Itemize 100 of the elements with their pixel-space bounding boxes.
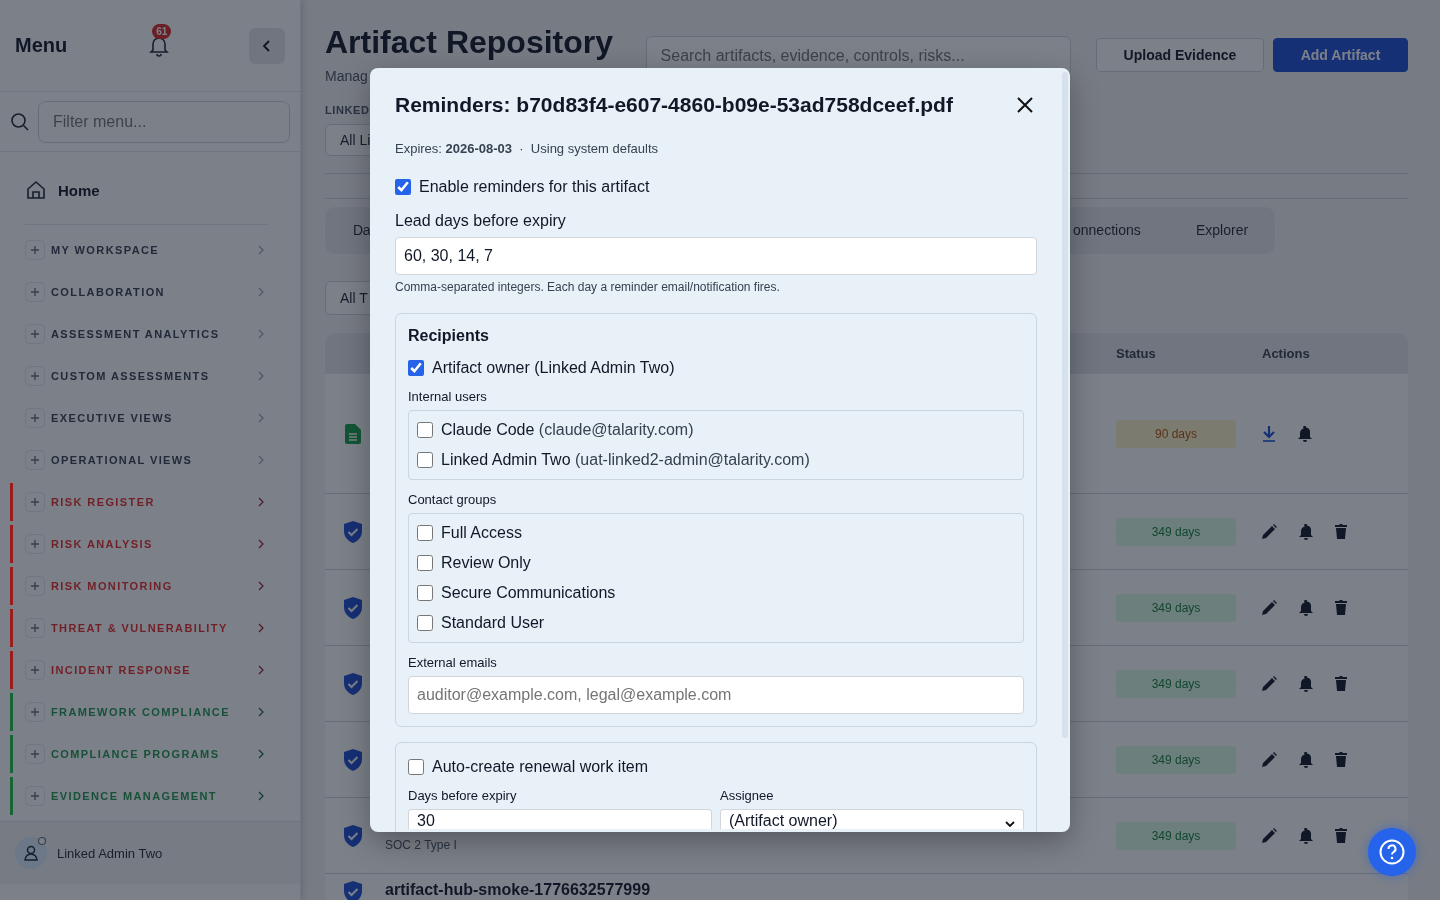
chevron-right-icon — [258, 413, 264, 423]
chevron-right-icon — [258, 749, 264, 759]
section-label[interactable]: MY WORKSPACE — [51, 244, 160, 256]
action-button[interactable]: Add Artifact — [1273, 38, 1408, 72]
chevron-right-icon — [258, 665, 264, 675]
external-emails-field[interactable]: auditor@example.com, legal@example.com — [408, 676, 1024, 714]
section-label[interactable]: ASSESSMENT ANALYTICS — [51, 328, 220, 340]
checkbox[interactable] — [417, 525, 433, 541]
shield-check-icon — [344, 824, 362, 847]
status-badge: 349 days — [1116, 669, 1236, 698]
edit-icon[interactable] — [1262, 600, 1277, 615]
chevron-right-icon — [258, 623, 264, 633]
caret-icon — [1005, 821, 1015, 827]
section-label[interactable]: THREAT & VULNERABILITY — [51, 622, 228, 634]
document-icon — [345, 423, 361, 444]
section-label[interactable]: INCIDENT RESPONSE — [51, 664, 191, 676]
column-header: Status — [1116, 346, 1157, 361]
section-label[interactable]: EXECUTIVE VIEWS — [51, 412, 173, 424]
section-label[interactable]: FRAMEWORK COMPLIANCE — [51, 706, 230, 718]
field-label: External emails — [408, 655, 498, 670]
section-label[interactable]: OPERATIONAL VIEWS — [51, 454, 193, 466]
action-button[interactable]: Upload Evidence — [1096, 38, 1264, 72]
collapse-button[interactable] — [249, 27, 285, 64]
artifact-name[interactable]: artifact-hub-smoke-1776632577999 — [385, 881, 1272, 899]
checkbox[interactable] — [395, 179, 411, 195]
shield-check-icon — [344, 672, 362, 695]
checkbox[interactable] — [417, 422, 433, 438]
download-icon[interactable] — [1262, 425, 1276, 442]
section-label[interactable]: CUSTOM ASSESSMENTS — [51, 370, 210, 382]
group-label: Internal users — [408, 389, 488, 404]
checkbox-label: Secure Communications — [441, 584, 616, 602]
checkbox[interactable] — [417, 615, 433, 631]
close-icon[interactable] — [1017, 97, 1033, 113]
help-icon — [1379, 839, 1405, 865]
bell-icon[interactable] — [1299, 599, 1313, 616]
dialog-title: Reminders: b70d83f4-e607-4860-b09e-53ad758dceef.pdf — [395, 93, 953, 117]
bell-icon[interactable] — [1299, 523, 1313, 540]
bell-icon[interactable] — [1299, 827, 1313, 844]
checkbox[interactable] — [417, 555, 433, 571]
section-label[interactable]: EVIDENCE MANAGEMENT — [51, 790, 217, 802]
column-header: Actions — [1261, 346, 1311, 361]
trash-icon[interactable] — [1335, 752, 1347, 767]
tab[interactable]: Da — [353, 222, 371, 238]
checkbox[interactable] — [408, 759, 424, 775]
edit-icon[interactable] — [1262, 752, 1277, 767]
shield-check-icon — [344, 748, 362, 771]
notification-badge: 61 — [152, 23, 172, 39]
section-title: Recipients — [408, 327, 490, 345]
checkbox[interactable] — [417, 585, 433, 601]
chevron-right-icon — [258, 497, 264, 507]
edit-icon[interactable] — [1262, 524, 1277, 539]
home-icon — [26, 180, 46, 200]
chevron-right-icon — [258, 581, 264, 591]
trash-icon[interactable] — [1335, 676, 1347, 691]
checkbox-label: Enable reminders for this artifact — [419, 178, 650, 196]
section-label[interactable]: RISK MONITORING — [51, 580, 173, 592]
checkbox-label: Standard User — [441, 614, 545, 632]
chevron-right-icon — [258, 371, 264, 381]
filter-label: LINKED — [325, 104, 370, 117]
group-label: Contact groups — [408, 492, 498, 507]
field-label: Lead days before expiry — [395, 212, 567, 230]
section-label[interactable]: COMPLIANCE PROGRAMS — [51, 748, 220, 760]
status-badge: 349 days — [1116, 745, 1236, 774]
trash-icon[interactable] — [1335, 600, 1347, 615]
chevron-right-icon — [258, 329, 264, 339]
section-label[interactable]: RISK REGISTER — [51, 496, 155, 508]
checkbox-label: Artifact owner (Linked Admin Two) — [432, 359, 675, 377]
checkbox-label: Auto-create renewal work item — [432, 758, 649, 776]
chevron-right-icon — [258, 707, 264, 717]
days-field[interactable]: 30 — [408, 809, 712, 829]
bell-icon[interactable] — [1299, 675, 1313, 692]
edit-icon[interactable] — [1262, 828, 1277, 843]
menu-title: Menu — [15, 34, 68, 57]
status-badge: 349 days — [1116, 517, 1236, 546]
page-subtitle: Manag — [325, 68, 369, 84]
status-badge: 90 days — [1116, 419, 1236, 448]
section-label[interactable]: RISK ANALYSIS — [51, 538, 153, 550]
checkbox-label: Claude Code (claude@talarity.com) — [441, 421, 694, 439]
filter-field[interactable]: Filter menu... — [38, 100, 290, 143]
trash-icon[interactable] — [1335, 828, 1347, 843]
checkbox[interactable] — [408, 360, 424, 376]
status-badge: 349 days — [1116, 821, 1236, 850]
chevron-right-icon — [258, 791, 264, 801]
avatar-icon — [15, 837, 47, 869]
edit-icon[interactable] — [1262, 676, 1277, 691]
assignee-select[interactable]: (Artifact owner) — [720, 809, 1024, 829]
checkbox-label: Review Only — [441, 554, 531, 572]
user-panel[interactable]: Linked Admin Two — [0, 821, 300, 884]
checkbox[interactable] — [417, 452, 433, 468]
lead-days-field[interactable]: 60, 30, 14, 7 — [395, 237, 1037, 275]
chevron-right-icon — [258, 287, 264, 297]
field-label: Assignee — [720, 788, 775, 803]
tab[interactable]: onnections — [1073, 222, 1141, 238]
section-label[interactable]: COLLABORATION — [51, 286, 165, 298]
trash-icon[interactable] — [1335, 524, 1347, 539]
home-link[interactable]: Home — [26, 172, 300, 208]
bell-icon[interactable] — [1298, 425, 1312, 442]
bell-icon[interactable] — [1299, 751, 1313, 768]
status-badge: 349 days — [1116, 593, 1236, 622]
tab[interactable]: Explorer — [1196, 222, 1249, 238]
